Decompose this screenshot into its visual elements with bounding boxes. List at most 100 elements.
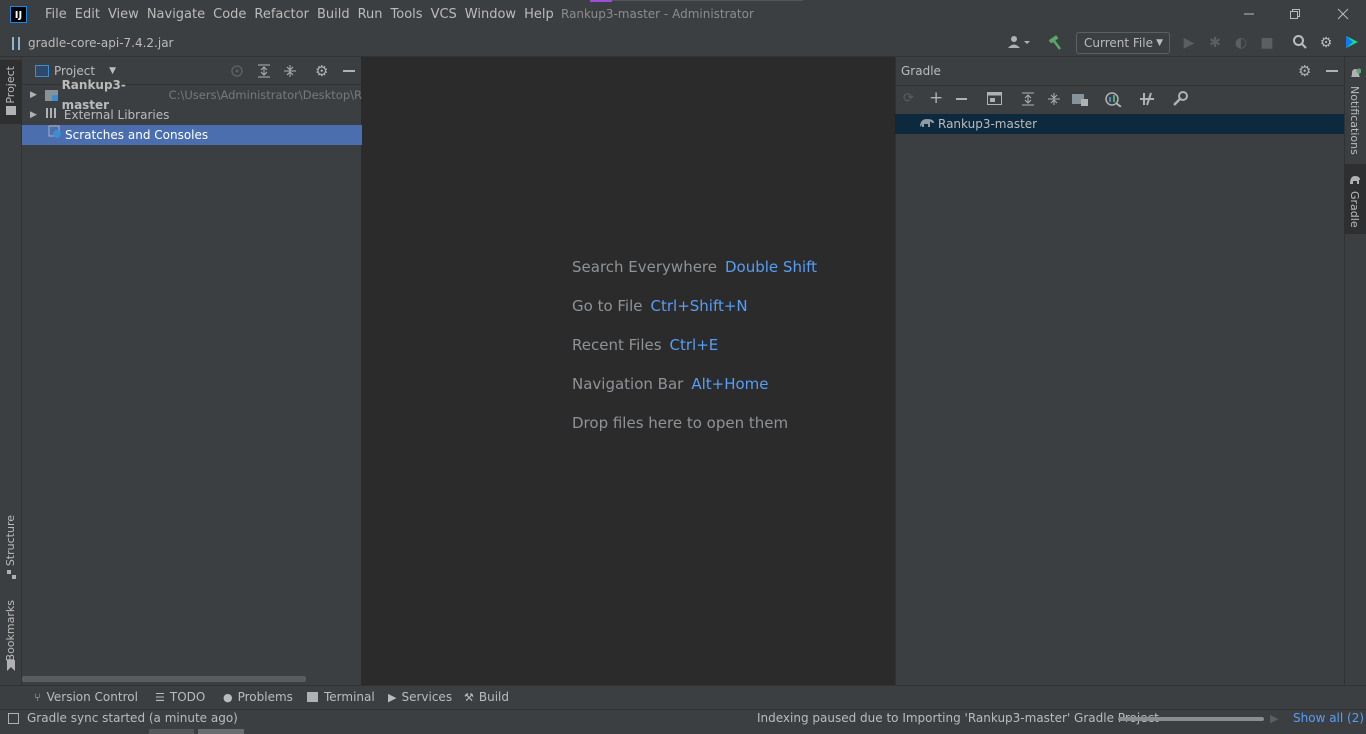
menu-edit[interactable]: Edit [75, 0, 108, 29]
hide-panel-icon[interactable] [343, 70, 355, 72]
menu-build[interactable]: Build [317, 0, 358, 29]
hint-label: Search Everywhere [572, 258, 717, 276]
hint-label: Go to File [572, 297, 643, 315]
tree-item-scratches-and-consoles[interactable]: Scratches and Consoles [22, 125, 362, 145]
expand-all-icon[interactable] [1021, 92, 1035, 109]
stop-icon[interactable]: ■ [1258, 34, 1276, 52]
collapse-all-icon[interactable] [1047, 92, 1061, 109]
collapse-all-icon[interactable] [283, 64, 297, 81]
menu-refactor[interactable]: Refactor [254, 0, 317, 29]
resume-indexing-icon[interactable]: ▶ [1270, 712, 1278, 725]
add-icon[interactable]: + [929, 88, 943, 108]
taskbar-fragment [149, 729, 194, 734]
menu-help[interactable]: Help [524, 0, 562, 29]
toggle-offline-mode-icon[interactable] [1139, 91, 1155, 110]
debug-icon[interactable]: ✱ [1206, 34, 1224, 52]
expand-all-icon[interactable] [257, 64, 271, 81]
account-icon[interactable] [1006, 34, 1032, 52]
chevron-down-icon: ▼ [1156, 38, 1163, 48]
settings-gear-icon[interactable]: ⚙ [1317, 34, 1335, 52]
show-all-link[interactable]: Show all (2) [1293, 711, 1364, 725]
tree-item-path: C:\Users\Administrator\Desktop\Rank [168, 88, 362, 102]
minimize-icon [1244, 13, 1254, 15]
menu-run[interactable]: Run [358, 0, 391, 29]
menu-file[interactable]: File [45, 0, 75, 29]
tab-notifications[interactable]: Notifications [1348, 86, 1361, 155]
tab-label: Services [401, 690, 453, 704]
tab-gradle[interactable]: Gradle [1348, 191, 1361, 228]
build-tool-settings-wrench-icon[interactable] [1172, 91, 1188, 110]
tab-label: TODO [169, 690, 206, 704]
taskbar-fragment [198, 729, 244, 734]
execute-task-icon[interactable] [987, 92, 1002, 108]
menu-vcs[interactable]: VCS [431, 0, 465, 29]
search-icon[interactable] [1291, 34, 1309, 52]
remove-icon[interactable] [956, 98, 967, 100]
tab-version-control[interactable]: ⑂ Version Control [34, 690, 138, 704]
run-icon[interactable]: ▶ [1180, 34, 1198, 52]
module-folder-icon [44, 89, 58, 101]
tab-project[interactable]: Project [4, 66, 17, 104]
hide-gradle-panel-icon[interactable] [1326, 70, 1338, 72]
tree-item-external-libraries[interactable]: ▶ External Libraries [22, 105, 362, 125]
menu-view[interactable]: View [108, 0, 147, 29]
tab-terminal[interactable]: Terminal [307, 690, 375, 704]
menu-tools[interactable]: Tools [391, 0, 431, 29]
left-tool-stripe [0, 57, 22, 685]
todo-list-icon: ☰ [155, 690, 165, 704]
tree-item-rankup3-master[interactable]: ▶ Rankup3-master C:\Users\Administrator\… [22, 78, 362, 112]
tool-windows-toggle-icon[interactable] [8, 713, 19, 724]
run-configuration-select[interactable]: Current File ▼ [1076, 32, 1170, 54]
tab-todo[interactable]: ☰ TODO [155, 690, 205, 704]
hint-label: Navigation Bar [572, 375, 684, 393]
hint-drop-files: Drop files here to open them [572, 414, 788, 432]
scratches-icon [48, 125, 62, 145]
locate-file-icon[interactable] [230, 64, 244, 81]
gradle-panel-title: Gradle [901, 64, 941, 78]
horizontal-scrollbar[interactable] [22, 676, 306, 682]
close-window-button[interactable] [1320, 0, 1366, 29]
menu-navigate[interactable]: Navigate [147, 0, 213, 29]
reload-icon[interactable]: ⟳ [903, 91, 914, 106]
jetbrains-toolbox-icon[interactable] [1343, 34, 1361, 52]
tab-problems[interactable]: ● Problems [223, 690, 293, 704]
minimize-button[interactable] [1226, 0, 1272, 29]
analyze-dependencies-icon[interactable] [1104, 91, 1122, 110]
intellij-logo-icon[interactable]: IJ [10, 6, 27, 23]
gradle-settings-gear-icon[interactable]: ⚙ [1298, 62, 1311, 80]
title-accent-highlight [590, 0, 612, 2]
build-hammer-icon: ⚒ [464, 690, 474, 704]
group-modules-icon[interactable] [1072, 92, 1088, 109]
tab-label: Problems [237, 690, 293, 704]
gradle-tree-item-label: Rankup3-master [938, 117, 1038, 131]
chevron-right-icon[interactable]: ▶ [30, 85, 37, 105]
chevron-right-icon[interactable]: ▶ [30, 105, 37, 125]
restore-button[interactable] [1272, 0, 1318, 29]
breadcrumb[interactable]: gradle-core-api-7.4.2.jar [28, 36, 174, 50]
status-message[interactable]: Gradle sync started (a minute ago) [27, 711, 238, 725]
hint-shortcut: Ctrl+Shift+N [650, 297, 748, 315]
tree-item-label: External Libraries [63, 108, 170, 122]
background-task-progress [1118, 717, 1264, 721]
coverage-icon[interactable]: ◐ [1232, 34, 1250, 52]
panel-settings-gear-icon[interactable]: ⚙ [315, 62, 328, 80]
menu-window[interactable]: Window [465, 0, 524, 29]
jar-file-icon [12, 37, 20, 50]
tab-structure[interactable]: Structure [4, 515, 17, 566]
editor-empty-area [363, 57, 894, 685]
gradle-tree-item-rankup3-master[interactable]: Rankup3-master [895, 114, 1344, 134]
menu-bar: File Edit View Navigate Code Refactor Bu… [45, 0, 562, 29]
tab-build[interactable]: ⚒ Build [464, 690, 509, 704]
menu-code[interactable]: Code [213, 0, 254, 29]
gradle-header-divider [895, 85, 1344, 86]
build-hammer-icon[interactable] [1046, 34, 1064, 52]
services-play-icon: ▶ [388, 690, 397, 704]
hint-go-to-file: Go to File Ctrl+Shift+N [572, 297, 748, 315]
tab-bookmarks[interactable]: Bookmarks [4, 600, 17, 661]
chevron-down-icon[interactable]: ▼ [109, 66, 116, 76]
run-configuration-label: Current File [1084, 36, 1153, 50]
hint-label: Drop files here to open them [572, 414, 789, 432]
tab-services[interactable]: ▶ Services [388, 690, 452, 704]
background-task-status[interactable]: Indexing paused due to Importing 'Rankup… [757, 711, 1159, 725]
bookmark-icon [7, 660, 15, 671]
